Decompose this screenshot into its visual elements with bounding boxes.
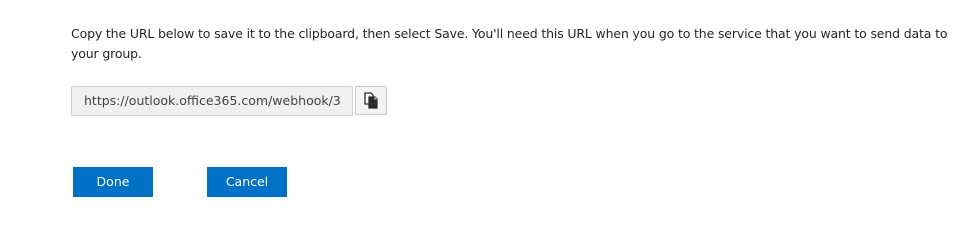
webhook-url-field[interactable] xyxy=(71,86,353,116)
done-button[interactable]: Done xyxy=(73,167,153,197)
copy-icon xyxy=(364,92,378,109)
copy-url-button[interactable] xyxy=(355,86,387,115)
instructions-text: Copy the URL below to save it to the cli… xyxy=(71,26,948,61)
cancel-button[interactable]: Cancel xyxy=(207,167,287,197)
